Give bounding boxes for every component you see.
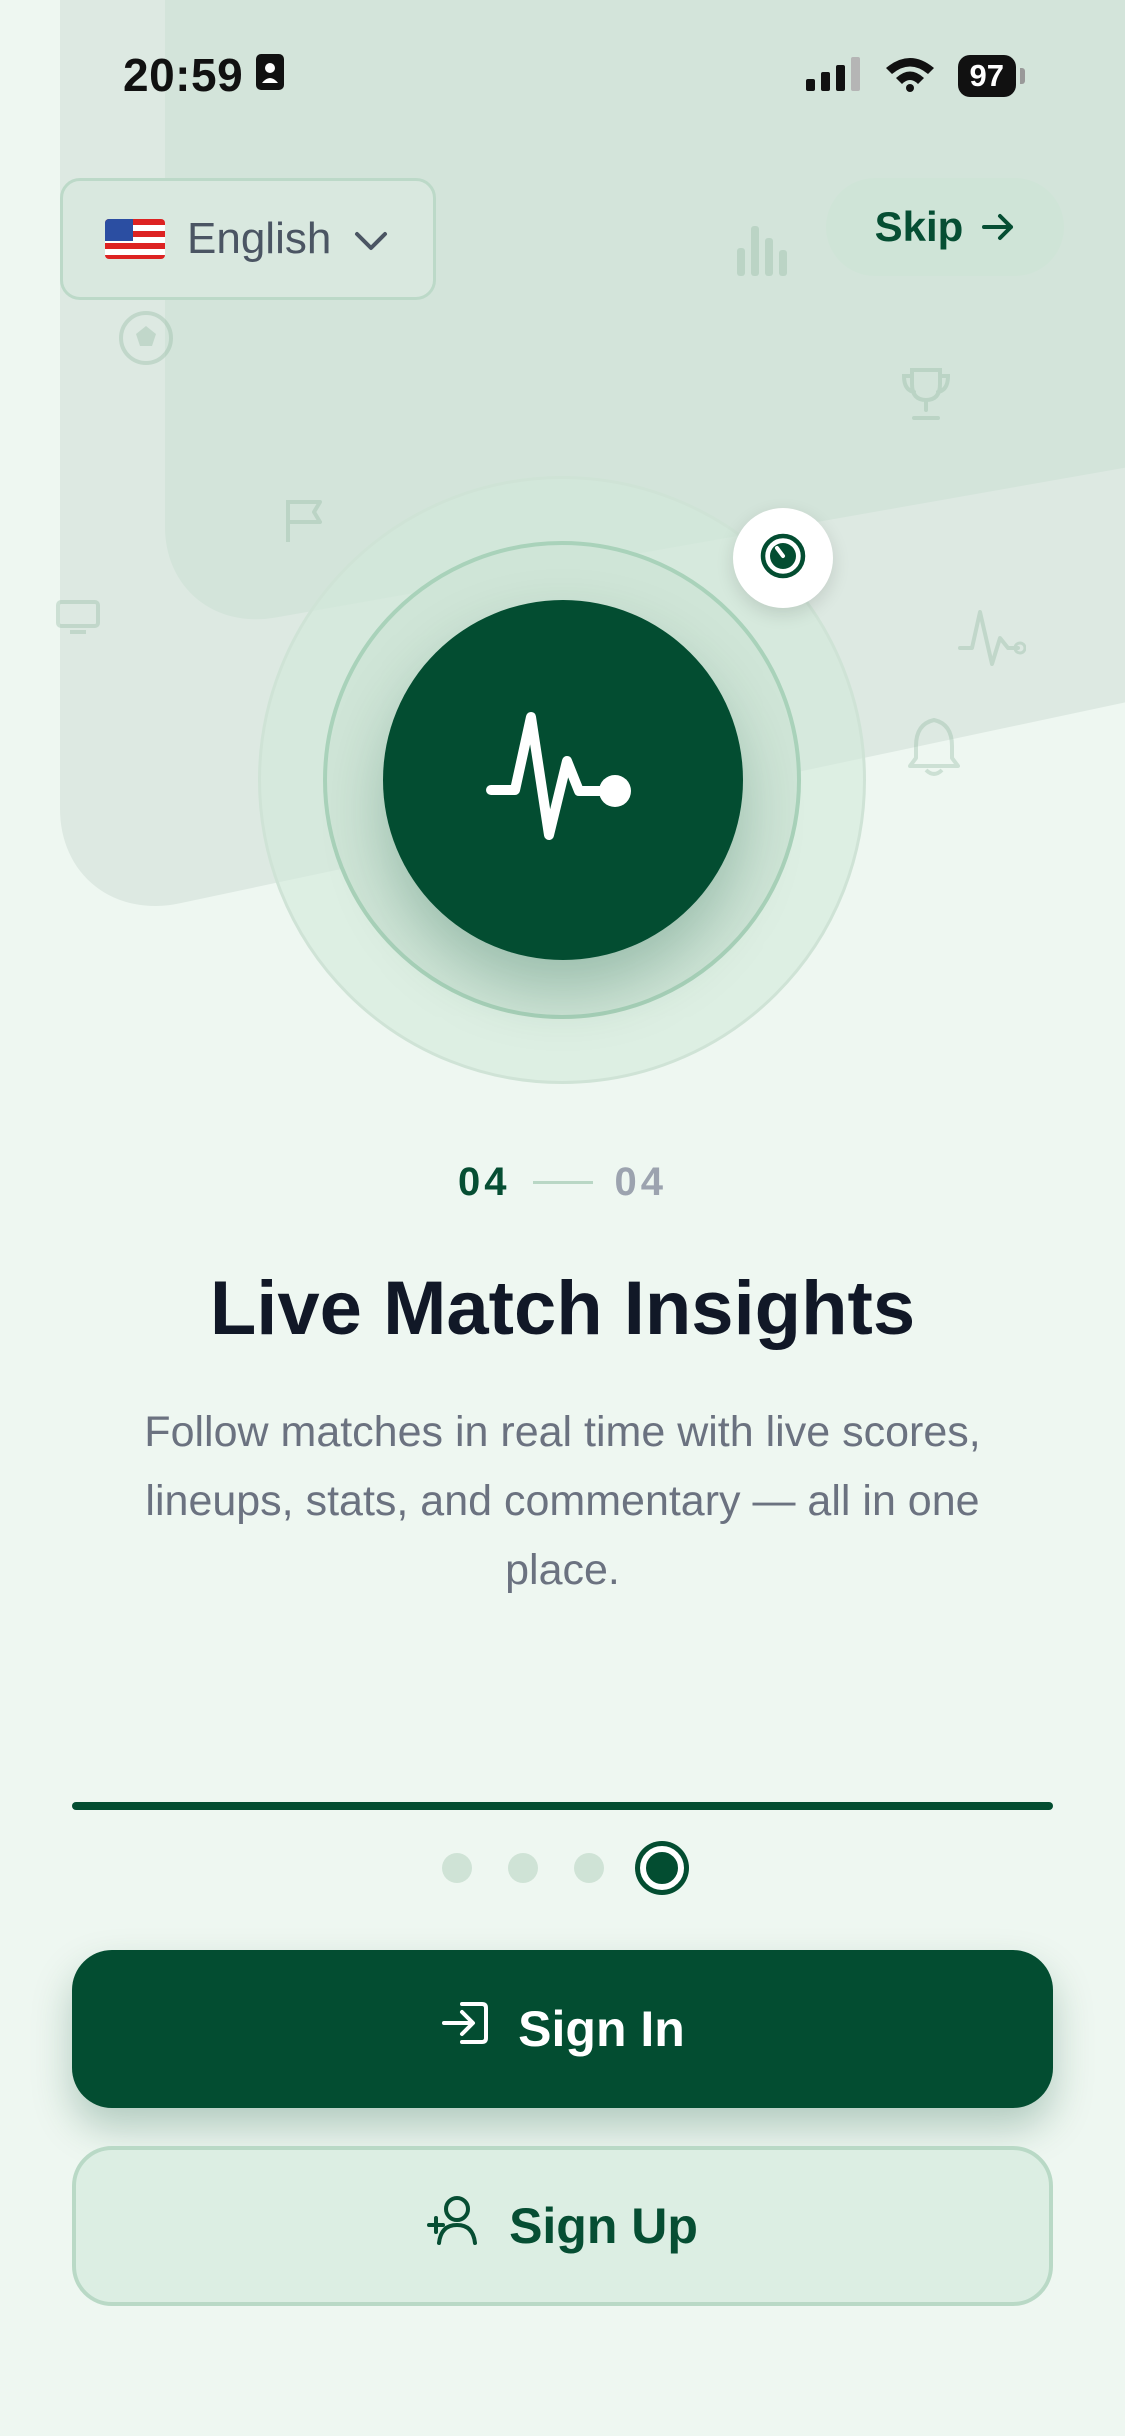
pulse-icon: [958, 608, 1027, 673]
skip-button[interactable]: Skip: [826, 178, 1064, 276]
wifi-icon: [884, 56, 936, 97]
bell-icon: [908, 716, 960, 783]
add-user-icon: [427, 2195, 481, 2257]
slide-counter: 04 04: [0, 1160, 1125, 1205]
flag-icon: [282, 496, 326, 551]
activity-pulse-icon: [483, 703, 643, 858]
us-flag-icon: [105, 219, 165, 259]
chevron-down-icon: [353, 214, 389, 264]
sign-in-button[interactable]: Sign In: [72, 1950, 1053, 2108]
battery-indicator: 97: [957, 55, 1016, 97]
page-dot[interactable]: [507, 1853, 538, 1883]
stopwatch-icon: [760, 533, 806, 584]
sign-up-button[interactable]: Sign Up: [72, 2146, 1053, 2306]
sign-up-label: Sign Up: [509, 2198, 698, 2254]
slide-title: Live Match Insights: [209, 1266, 916, 1351]
bar-chart-icon: [735, 218, 787, 283]
status-time-text: 20:59: [123, 49, 244, 101]
slide-counter-current: 04: [458, 1160, 511, 1204]
page-dot-active[interactable]: [639, 1846, 684, 1890]
trophy-icon: [900, 366, 952, 427]
hero-circle: [383, 600, 743, 960]
slide-description: Follow matches in real time with live sc…: [144, 1408, 981, 1594]
page-dot[interactable]: [441, 1853, 472, 1883]
skip-label: Skip: [874, 203, 964, 250]
sign-in-icon: [440, 2000, 490, 2058]
onboarding-progress-bar: [72, 1802, 1053, 1810]
slide-counter-separator: [532, 1181, 593, 1184]
language-selector[interactable]: English: [60, 178, 436, 300]
soccer-ball-icon: [118, 310, 174, 371]
page-dot[interactable]: [573, 1853, 604, 1883]
contact-card-icon: [255, 48, 285, 102]
status-bar: 20:59 97: [0, 0, 1125, 150]
status-time: 20:59: [123, 48, 285, 102]
tv-icon: [56, 600, 100, 639]
language-label: English: [187, 214, 332, 263]
page-indicator: [0, 1846, 1125, 1890]
stopwatch-badge: [733, 508, 833, 608]
battery-cap: [1020, 68, 1025, 84]
status-indicators: 97: [805, 55, 1025, 97]
sign-in-label: Sign In: [518, 2001, 685, 2057]
signal-icon: [805, 56, 862, 96]
arrow-right-icon: [981, 203, 1015, 251]
slide-counter-total: 04: [614, 1160, 667, 1204]
